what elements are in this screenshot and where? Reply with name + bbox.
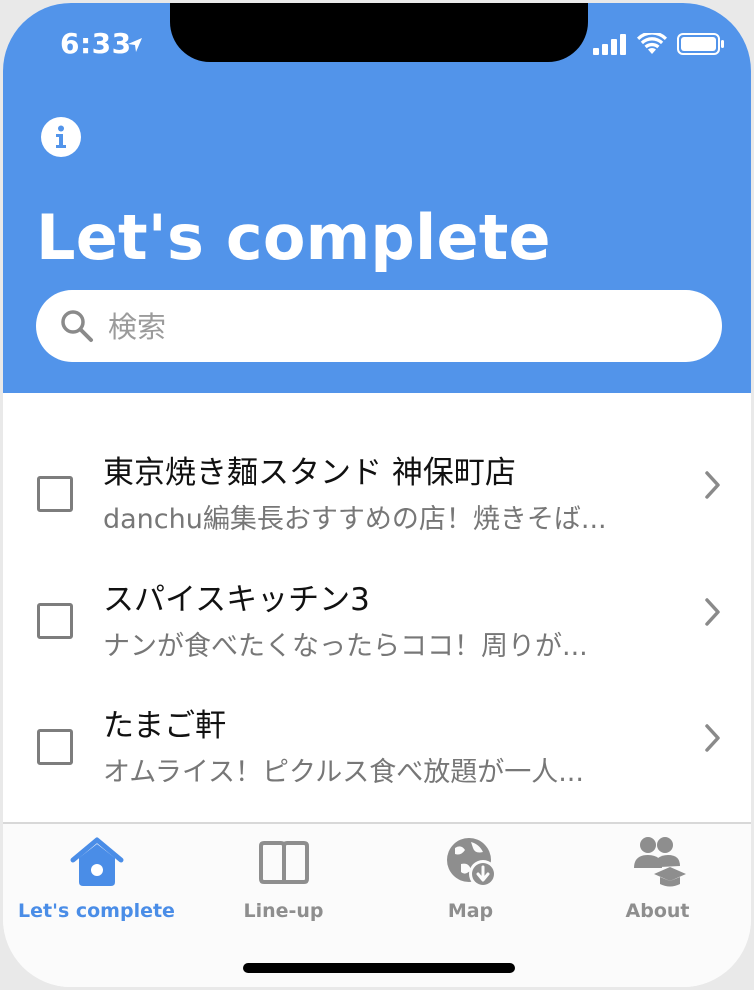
list-item[interactable]: たまご軒 オムライス！ピクルス食べ放題が一人... [3, 646, 751, 788]
book-icon [258, 841, 309, 884]
wifi-icon [637, 33, 667, 54]
location-arrow-icon [128, 38, 142, 52]
chevron-right-icon [705, 598, 720, 626]
search-input[interactable] [106, 290, 700, 364]
list-item-title: スパイスキッチン3 [103, 582, 370, 618]
people-graduation-icon [633, 837, 686, 887]
list-item-subtitle: オムライス！ピクルス食べ放題が一人... [103, 757, 584, 788]
cellular-signal-icon [593, 34, 626, 55]
checkbox[interactable] [37, 729, 73, 765]
tab-line-up[interactable]: Line-up [190, 834, 377, 934]
tab-map[interactable]: Map [377, 834, 564, 934]
tab-label: Let's complete [18, 900, 175, 922]
search-icon [61, 310, 93, 342]
battery-icon [677, 33, 724, 55]
status-icons [593, 33, 725, 55]
list-item-title: たまご軒 [103, 708, 227, 744]
chevron-right-icon [705, 724, 720, 752]
device-notch [170, 3, 588, 62]
chevron-right-icon [705, 471, 720, 499]
phone-screen: 6:33 Let's complete 検索 東京焼き麺スタンド 神保町店 da… [3, 3, 751, 987]
search-bar[interactable] [36, 290, 722, 364]
status-time: 6:33 [60, 27, 132, 60]
tab-label: Map [447, 900, 494, 922]
list-item[interactable]: スパイスキッチン3 ナンが食べたくなったらココ！周りが... [3, 520, 751, 662]
home-icon [70, 837, 123, 886]
tab-lets-complete[interactable]: Let's complete [3, 834, 190, 934]
list-item-title: 東京焼き麺スタンド 神保町店 [103, 455, 516, 491]
tab-label: Line-up [243, 900, 324, 922]
list-item[interactable]: 東京焼き麺スタンド 神保町店 danchu編集長おすすめの店！焼きそば... [3, 393, 751, 535]
checkbox[interactable] [37, 476, 73, 512]
tab-about[interactable]: About [564, 834, 751, 934]
home-indicator [243, 963, 515, 973]
header: 6:33 Let's complete 検索 [3, 3, 751, 393]
info-icon[interactable] [40, 116, 82, 158]
page-title: Let's complete [36, 201, 551, 274]
checkbox[interactable] [37, 603, 73, 639]
globe-download-icon [446, 838, 497, 888]
tab-label: About [625, 900, 690, 922]
